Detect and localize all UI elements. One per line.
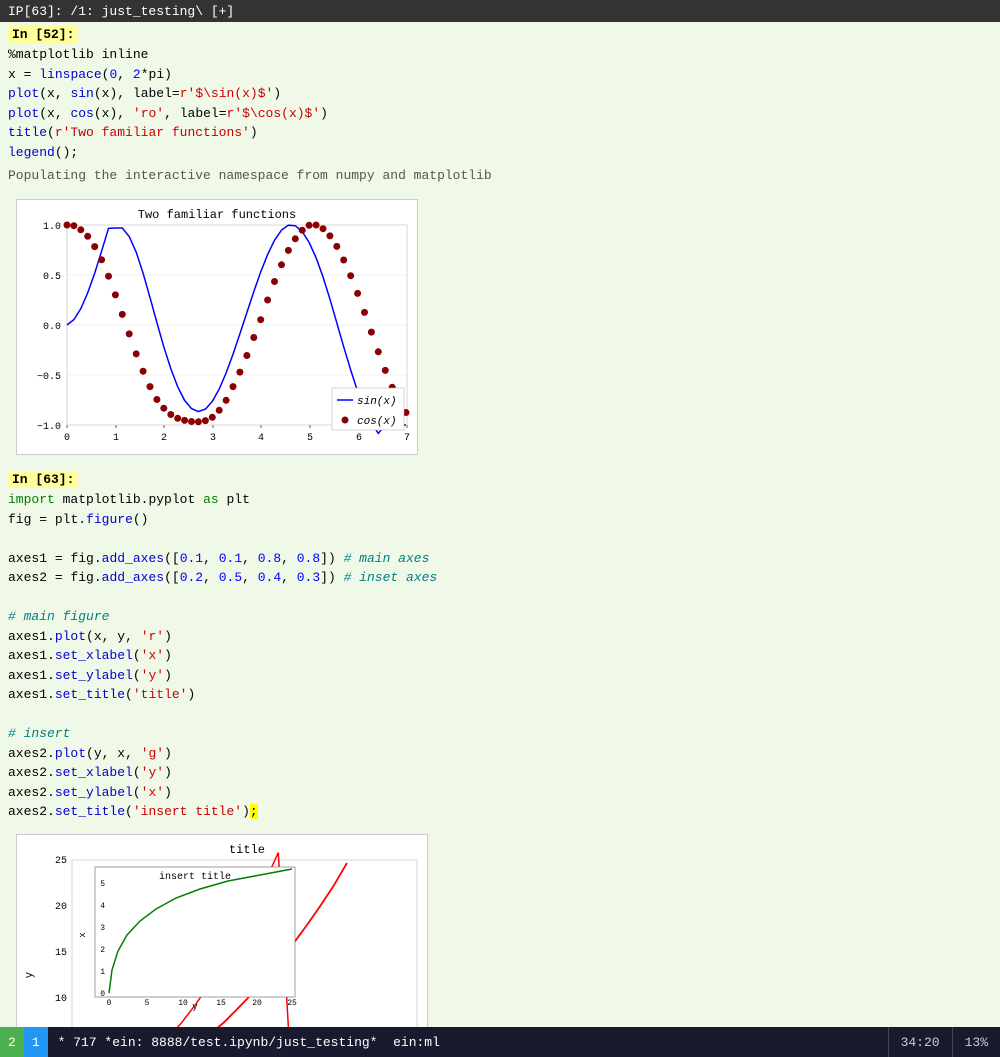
svg-text:10: 10 (178, 999, 188, 1008)
plot1-svg: Two familiar functions 1.0 0.5 (17, 200, 417, 450)
svg-text:20: 20 (55, 902, 67, 913)
svg-text:0.0: 0.0 (43, 322, 61, 333)
notebook: In [52]: %matplotlib inline x = linspace… (0, 22, 1000, 1027)
plot2-ylabel: y (24, 971, 36, 978)
svg-text:20: 20 (252, 999, 262, 1008)
plot2-container: title y x 0 5 10 15 20 25 (16, 834, 428, 1028)
status-line-col: 34:20 (888, 1027, 952, 1057)
cell-2: In [63]: import matplotlib.pyplot as plt… (0, 467, 1000, 1027)
cell2-code[interactable]: import matplotlib.pyplot as plt fig = pl… (8, 488, 992, 826)
svg-text:−0.5: −0.5 (37, 372, 61, 383)
svg-text:15: 15 (55, 948, 67, 959)
svg-text:1: 1 (113, 433, 119, 444)
svg-text:3: 3 (210, 433, 216, 444)
title-text: IP[63]: /1: just_testing\ [+] (8, 4, 234, 19)
svg-text:x: x (78, 932, 88, 937)
svg-text:2: 2 (100, 946, 105, 955)
svg-text:6: 6 (356, 433, 362, 444)
title-bar: IP[63]: /1: just_testing\ [+] (0, 0, 1000, 22)
svg-text:4: 4 (258, 433, 264, 444)
svg-text:2: 2 (161, 433, 167, 444)
status-right: 34:20 13% (888, 1027, 1000, 1057)
cell1-output: Populating the interactive namespace fro… (8, 166, 992, 191)
svg-text:25: 25 (55, 856, 67, 867)
svg-text:5: 5 (307, 433, 313, 444)
plot2-main-title: title (229, 843, 265, 857)
cell1-label[interactable]: In [52]: (8, 26, 992, 43)
svg-text:insert title: insert title (159, 871, 231, 883)
svg-text:7: 7 (404, 433, 410, 444)
svg-text:y: y (192, 1002, 198, 1012)
svg-text:1: 1 (100, 968, 105, 977)
status-percent: 13% (952, 1027, 1000, 1057)
svg-text:cos(x): cos(x) (357, 416, 397, 428)
svg-text:0.5: 0.5 (43, 272, 61, 283)
svg-text:0: 0 (64, 433, 70, 444)
status-seg-1[interactable]: 2 (0, 1027, 24, 1057)
svg-text:5: 5 (145, 999, 150, 1008)
cell1-code[interactable]: %matplotlib inline x = linspace(0, 2*pi)… (8, 43, 992, 166)
svg-text:−1.0: −1.0 (37, 422, 61, 433)
svg-text:1.0: 1.0 (43, 222, 61, 233)
cell-1: In [52]: %matplotlib inline x = linspace… (0, 22, 1000, 467)
plot2-svg: title y x 0 5 10 15 20 25 (17, 835, 427, 1028)
svg-text:3: 3 (100, 924, 105, 933)
svg-text:15: 15 (216, 999, 226, 1008)
svg-text:5: 5 (100, 880, 105, 889)
plot1-title: Two familiar functions (138, 208, 296, 222)
status-bar: 2 1 * 717 *ein: 8888/test.ipynb/just_tes… (0, 1027, 1000, 1057)
status-seg-3: * 717 *ein: 8888/test.ipynb/just_testing… (48, 1027, 888, 1057)
svg-text:4: 4 (100, 902, 105, 911)
plot1-container: Two familiar functions 1.0 0.5 (16, 199, 418, 455)
svg-text:25: 25 (287, 999, 297, 1008)
svg-text:10: 10 (55, 994, 67, 1005)
svg-text:0: 0 (100, 990, 105, 999)
svg-text:sin(x): sin(x) (357, 396, 397, 408)
cell2-label[interactable]: In [63]: (8, 471, 992, 488)
status-seg-2[interactable]: 1 (24, 1027, 48, 1057)
svg-text:0: 0 (107, 999, 112, 1008)
